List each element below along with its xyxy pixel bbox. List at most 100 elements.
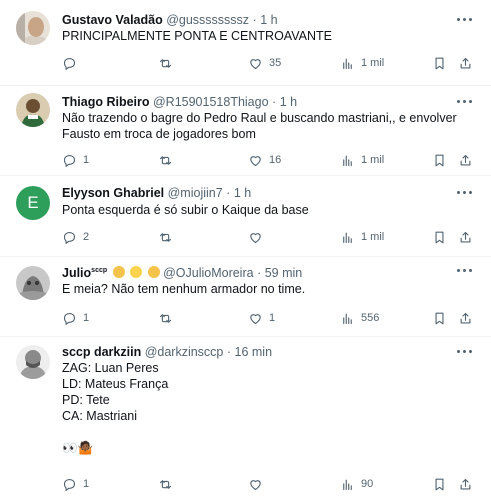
share-button[interactable] [458,475,473,493]
like-button[interactable]: 35 [248,54,281,72]
separator-dot: · [226,186,231,200]
tweet[interactable]: E Elyyson Ghabriel @miojiin7 · 1 h Ponta… [0,176,491,257]
views-button[interactable]: 1 mil [340,54,384,72]
tweet-text-line: LD: Mateus França [62,377,169,391]
action-bar: 1 90 [62,475,474,493]
reply-icon [63,312,76,325]
author-name[interactable]: Elyyson Ghabriel [62,186,164,200]
views-chart-icon [343,232,352,243]
more-options-icon[interactable] [457,268,473,274]
views-button[interactable]: 556 [340,309,379,327]
views-button[interactable]: 1 mil [340,228,384,246]
timestamp[interactable]: 16 min [235,345,273,359]
timestamp[interactable]: 1 h [260,13,277,27]
author-name[interactable]: Julio [62,266,91,280]
like-button[interactable]: 16 [248,151,281,169]
timestamp[interactable]: 1 h [280,95,297,109]
bookmark-icon [435,312,444,324]
reply-icon [63,231,76,244]
author-name[interactable]: sccp darkziin [62,345,141,359]
author-handle[interactable]: @darkzinsccp [145,345,224,359]
views-chart-icon [343,479,352,490]
tweet[interactable]: Thiago Ribeiro @R15901518Thiago · 1 h Nã… [0,86,491,176]
bookmark-button[interactable] [432,228,447,246]
views-count: 1 mil [361,57,385,69]
action-bar: 1 16 1 mil [62,151,474,169]
share-icon [460,57,471,68]
more-options-icon[interactable] [457,190,473,196]
retweet-icon [159,313,172,323]
tweet[interactable]: Juliosccp @OJulioMoreira · 59 min E meia… [0,257,491,337]
avatar[interactable] [16,11,50,45]
avatar[interactable]: E [16,186,50,220]
author-name[interactable]: Thiago Ribeiro [62,95,150,109]
retweet-button[interactable] [158,475,179,493]
retweet-icon [159,58,172,68]
avatar[interactable] [16,345,50,379]
reply-icon [63,154,76,167]
heart-icon [250,232,261,243]
timestamp[interactable]: 59 min [265,266,303,280]
share-button[interactable] [458,54,473,72]
author-handle[interactable]: @R15901518Thiago [153,95,269,109]
share-icon [460,154,471,165]
bookmark-icon [435,154,444,166]
author-handle[interactable]: @OJulioMoreira [163,266,254,280]
views-button[interactable]: 1 mil [340,151,384,169]
bookmark-button[interactable] [432,151,447,169]
reply-button[interactable]: 1 [62,151,89,169]
action-bar: 2 1 mil [62,228,474,246]
author-name[interactable]: Gustavo Valadão [62,13,163,27]
retweet-button[interactable] [158,228,179,246]
like-count: 35 [269,57,282,69]
tweet-text-line: PRINCIPALMENTE PONTA E CENTROAVANTE [62,29,332,43]
share-button[interactable] [458,228,473,246]
retweet-icon [159,479,172,489]
reply-count: 1 [83,312,90,324]
bookmark-button[interactable] [432,475,447,493]
views-count: 90 [361,478,374,490]
bookmark-button[interactable] [432,309,447,327]
separator-dot: · [257,266,262,281]
tweet[interactable]: sccp darkziin @darkzinsccp · 16 min ZAG:… [0,337,491,501]
emoji-pointing-hand [147,266,160,279]
timestamp[interactable]: 1 h [234,186,251,200]
avatar[interactable] [16,266,50,300]
views-button[interactable]: 90 [340,475,373,493]
reply-count: 1 [83,154,90,166]
tweet-text: PRINCIPALMENTE PONTA E CENTROAVANTE [62,28,472,44]
avatar[interactable] [16,93,50,127]
retweet-button[interactable] [158,309,179,327]
more-options-icon[interactable] [457,99,473,105]
more-options-icon[interactable] [457,349,473,355]
like-button[interactable] [248,475,269,493]
bookmark-button[interactable] [432,54,447,72]
retweet-icon [159,155,172,165]
author-name-suffix: sccp [91,267,108,274]
like-count: 16 [269,154,282,166]
reply-count: 2 [83,231,90,243]
views-chart-icon [343,313,352,324]
views-chart-icon [343,155,352,166]
retweet-button[interactable] [158,54,179,72]
share-button[interactable] [458,309,473,327]
heart-icon [250,155,261,166]
like-button[interactable] [248,228,269,246]
like-button[interactable]: 1 [248,309,275,327]
author-handle[interactable]: @gussssssssz [166,13,249,27]
reply-button[interactable]: 1 [62,475,89,493]
share-icon [460,478,471,489]
author-handle[interactable]: @miojiin7 [168,186,223,200]
tweet-text-line: Ponta esquerda é só subir o Kaique da ba… [62,203,309,217]
reply-button[interactable]: 1 [62,309,89,327]
reply-button[interactable] [62,54,83,72]
share-button[interactable] [458,151,473,169]
retweet-icon [159,232,172,242]
more-options-icon[interactable] [457,17,473,23]
bookmark-icon [435,57,444,69]
reply-button[interactable]: 2 [62,228,89,246]
tweet-text-line: E meia? Não tem nenhum armador no time. [62,282,306,296]
retweet-button[interactable] [158,151,179,169]
tweet[interactable]: Gustavo Valadão @gussssssssz · 1 h PRINC… [0,0,491,86]
tweet-text-line: ZAG: Luan Peres [62,361,159,375]
